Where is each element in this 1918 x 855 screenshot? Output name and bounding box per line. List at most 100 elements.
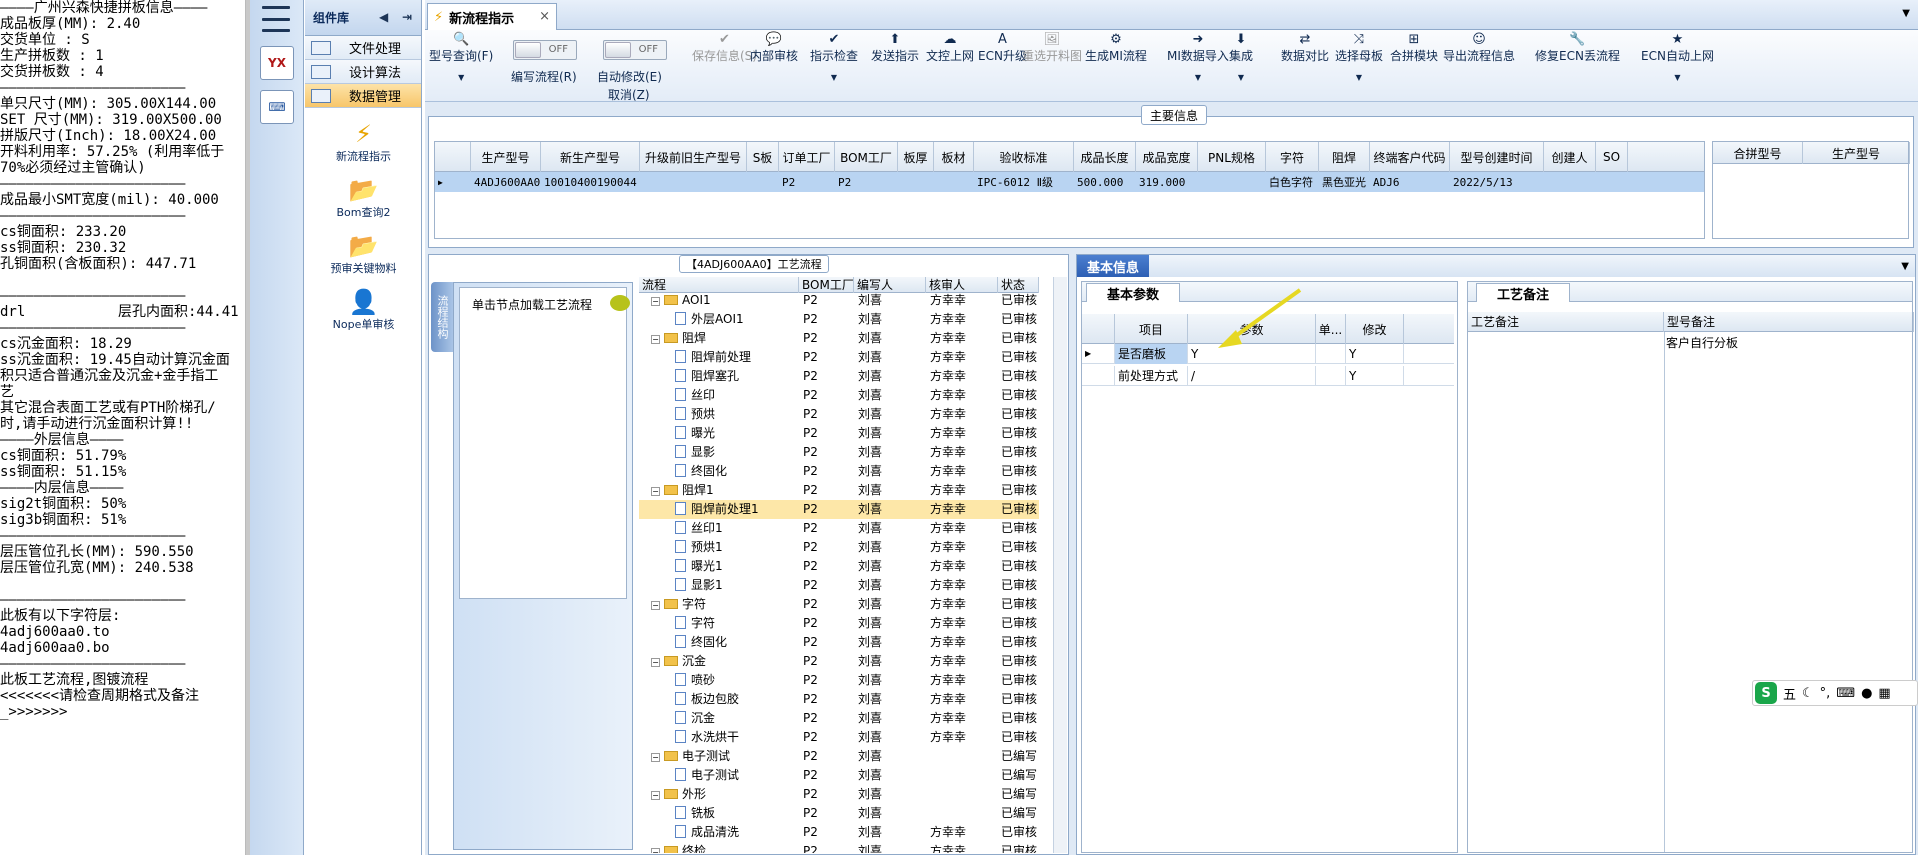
table-cell[interactable]: 黑色亚光 xyxy=(1319,172,1370,192)
tree-node[interactable]: 曝光 xyxy=(675,424,799,443)
tree-node[interactable]: − 阻焊 xyxy=(651,329,799,348)
table-row[interactable]: 电子测试 P2 刘喜 已编写 xyxy=(639,766,1039,785)
column-header[interactable]: 生产型号 xyxy=(471,142,541,172)
tool-item[interactable]: 📂 Bom查询2 xyxy=(305,164,422,220)
tree-node[interactable]: − 电子测试 xyxy=(651,747,799,766)
column-header[interactable]: S板 xyxy=(747,142,779,172)
column-header[interactable]: 板厚 xyxy=(898,142,934,172)
column-header[interactable]: 创建人 xyxy=(1544,142,1596,172)
toolbar-button[interactable]: ➜ MI数据导入 ▼ xyxy=(1167,32,1229,98)
tree-node[interactable]: 终固化 xyxy=(675,462,799,481)
dropdown-arrow-icon[interactable]: ▼ xyxy=(831,72,837,84)
modify-cell[interactable]: Y xyxy=(1346,344,1404,364)
column-header[interactable]: 生产型号 xyxy=(1803,142,1910,164)
table-row[interactable]: 显影1 P2 刘喜 方幸幸 已审核 xyxy=(639,576,1039,595)
expand-icon[interactable]: − xyxy=(651,658,660,667)
grid-icon[interactable]: ▦ xyxy=(1878,686,1890,701)
tree-node[interactable]: 铣板 xyxy=(675,804,799,823)
tree-node[interactable]: 电子测试 xyxy=(675,766,799,785)
toolbar-button[interactable]: ⚙ 生成MI流程 xyxy=(1085,32,1147,98)
column-header[interactable]: 合拼型号 xyxy=(1713,142,1803,164)
table-cell[interactable] xyxy=(1198,172,1266,192)
column-header[interactable]: SO xyxy=(1596,142,1628,172)
tree-node[interactable]: − 沉金 xyxy=(651,652,799,671)
main-info-grid[interactable]: 生产型号 新生产型号 升级前旧生产型号 S板 订单工厂 BOM工厂 板厚 板材 验收标准 成品长度… xyxy=(434,141,1705,239)
table-row[interactable]: − 电子测试 P2 刘喜 已编写 xyxy=(639,747,1039,766)
table-row[interactable]: − 阻焊 P2 刘喜 方幸幸 已审核 xyxy=(639,329,1039,348)
table-cell[interactable]: 319.000 xyxy=(1136,172,1198,192)
table-row[interactable]: 沉金 P2 刘喜 方幸幸 已审核 xyxy=(639,709,1039,728)
table-row[interactable]: 显影 P2 刘喜 方幸幸 已审核 xyxy=(639,443,1039,462)
tree-node[interactable]: − 外形 xyxy=(651,785,799,804)
table-cell[interactable] xyxy=(1544,172,1596,192)
tree-node[interactable]: 沉金 xyxy=(675,709,799,728)
tab-process-memo[interactable]: 工艺备注 xyxy=(1476,283,1570,303)
expand-icon[interactable]: − xyxy=(651,601,660,610)
tab-close-icon[interactable]: × xyxy=(539,9,550,24)
category-item[interactable]: 文件处理 xyxy=(305,36,421,60)
pin-icon[interactable]: ⇥ xyxy=(402,10,412,24)
table-row[interactable]: ▶ 4ADJ600AA0 10010400190044 P2 P2 IPC-6012 Ⅱ级… xyxy=(435,172,1704,192)
tree-node[interactable]: 水洗烘干 xyxy=(675,728,799,747)
tree-node[interactable]: 丝印1 xyxy=(675,519,799,538)
table-cell[interactable]: IPC-6012 Ⅱ级 xyxy=(974,172,1074,192)
dropdown-arrow-icon[interactable]: ▼ xyxy=(458,72,464,84)
cancel-button[interactable]: 取消(Z) xyxy=(608,86,650,103)
table-cell[interactable] xyxy=(898,172,934,192)
toolbar-button[interactable]: 💬 内部审核 xyxy=(750,32,798,98)
table-row[interactable]: 预烘1 P2 刘喜 方幸幸 已审核 xyxy=(639,538,1039,557)
table-row[interactable]: − 外形 P2 刘喜 已编写 xyxy=(639,785,1039,804)
column-header[interactable]: 型号创建时间 xyxy=(1450,142,1544,172)
toolbar-button[interactable]: ⤨ 选择母板 ▼ xyxy=(1335,32,1383,98)
column-header[interactable]: 订单工厂 xyxy=(779,142,835,172)
table-cell[interactable]: 2022/5/13 xyxy=(1450,172,1544,192)
column-header[interactable]: 成品长度 xyxy=(1074,142,1136,172)
table-row[interactable]: 阻焊前处理 P2 刘喜 方幸幸 已审核 xyxy=(639,348,1039,367)
toolbar-button[interactable]: ☺ 导出流程信息 xyxy=(1443,32,1515,98)
modify-cell[interactable]: Y xyxy=(1346,366,1404,386)
table-row[interactable]: 板边包胶 P2 刘喜 方幸幸 已审核 xyxy=(639,690,1039,709)
table-row[interactable]: − AOI1 P2 刘喜 方幸幸 已审核 xyxy=(639,291,1039,310)
column-header[interactable]: 单... xyxy=(1316,314,1346,344)
tree-node[interactable]: 曝光1 xyxy=(675,557,799,576)
column-header[interactable]: BOM工厂 xyxy=(835,142,898,172)
table-row[interactable]: 丝印 P2 刘喜 方幸幸 已审核 xyxy=(639,386,1039,405)
column-header[interactable]: 修改 xyxy=(1346,314,1404,344)
table-cell[interactable]: 500.000 xyxy=(1074,172,1136,192)
process-tree[interactable]: 流程 BOM工厂 编写人 核审人 状态 − AOI1 P2 刘喜 方幸幸 已审核 外层AOI1 P2 刘… xyxy=(639,277,1039,853)
table-cell[interactable]: 4ADJ600AA0 xyxy=(471,172,541,192)
tree-node[interactable]: 阻焊前处理1 xyxy=(675,500,799,519)
toolbar-button[interactable]: 🔍 型号查询(F) ▼ xyxy=(429,32,493,98)
category-item[interactable]: 数据管理 xyxy=(305,84,421,108)
table-cell[interactable] xyxy=(1596,172,1628,192)
dropdown-arrow-icon[interactable]: ▼ xyxy=(1356,72,1362,84)
column-header[interactable]: 新生产型号 xyxy=(541,142,640,172)
table-cell[interactable]: ADJ6 xyxy=(1370,172,1450,192)
column-header[interactable]: 阻焊 xyxy=(1319,142,1370,172)
ime-toolbar[interactable]: S 五 ☾ °, ⌨ ● ▦ xyxy=(1752,680,1918,706)
node-box[interactable]: 单击节点加载工艺流程 xyxy=(459,287,630,599)
merge-model-grid[interactable]: 合拼型号 生产型号 xyxy=(1712,141,1910,239)
tree-node[interactable]: − AOI1 xyxy=(651,291,799,310)
tree-node[interactable]: − 阻焊1 xyxy=(651,481,799,500)
comment-bubble-icon[interactable] xyxy=(610,295,630,311)
toolbar-button[interactable]: ⊞ 合拼模块 xyxy=(1390,32,1438,98)
tree-node[interactable]: − 字符 xyxy=(651,595,799,614)
moon-icon[interactable]: ☾ xyxy=(1802,686,1814,701)
tree-node[interactable]: 成品清洗 xyxy=(675,823,799,842)
table-cell[interactable] xyxy=(934,172,974,192)
table-row[interactable]: 阻焊前处理1 P2 刘喜 方幸幸 已审核 xyxy=(639,500,1039,519)
panel-dropdown-icon[interactable]: ▼ xyxy=(1901,261,1909,272)
toolbar-button[interactable]: ✔ 保存信息(S) xyxy=(692,32,757,98)
toolbar-button[interactable]: 🔧 修复ECN丢流程 xyxy=(1535,32,1620,98)
column-header[interactable]: 项目 xyxy=(1115,314,1188,344)
expand-icon[interactable]: − xyxy=(651,791,660,800)
column-header[interactable]: 成品宽度 xyxy=(1136,142,1198,172)
tree-node[interactable]: 喷砂 xyxy=(675,671,799,690)
table-row[interactable]: 字符 P2 刘喜 方幸幸 已审核 xyxy=(639,614,1039,633)
table-cell[interactable] xyxy=(640,172,747,192)
tool-item[interactable]: 📂 预审关键物料 xyxy=(305,220,422,276)
tree-node[interactable]: 终固化 xyxy=(675,633,799,652)
expand-icon[interactable]: − xyxy=(651,335,660,344)
category-item[interactable]: 设计算法 xyxy=(305,60,421,84)
